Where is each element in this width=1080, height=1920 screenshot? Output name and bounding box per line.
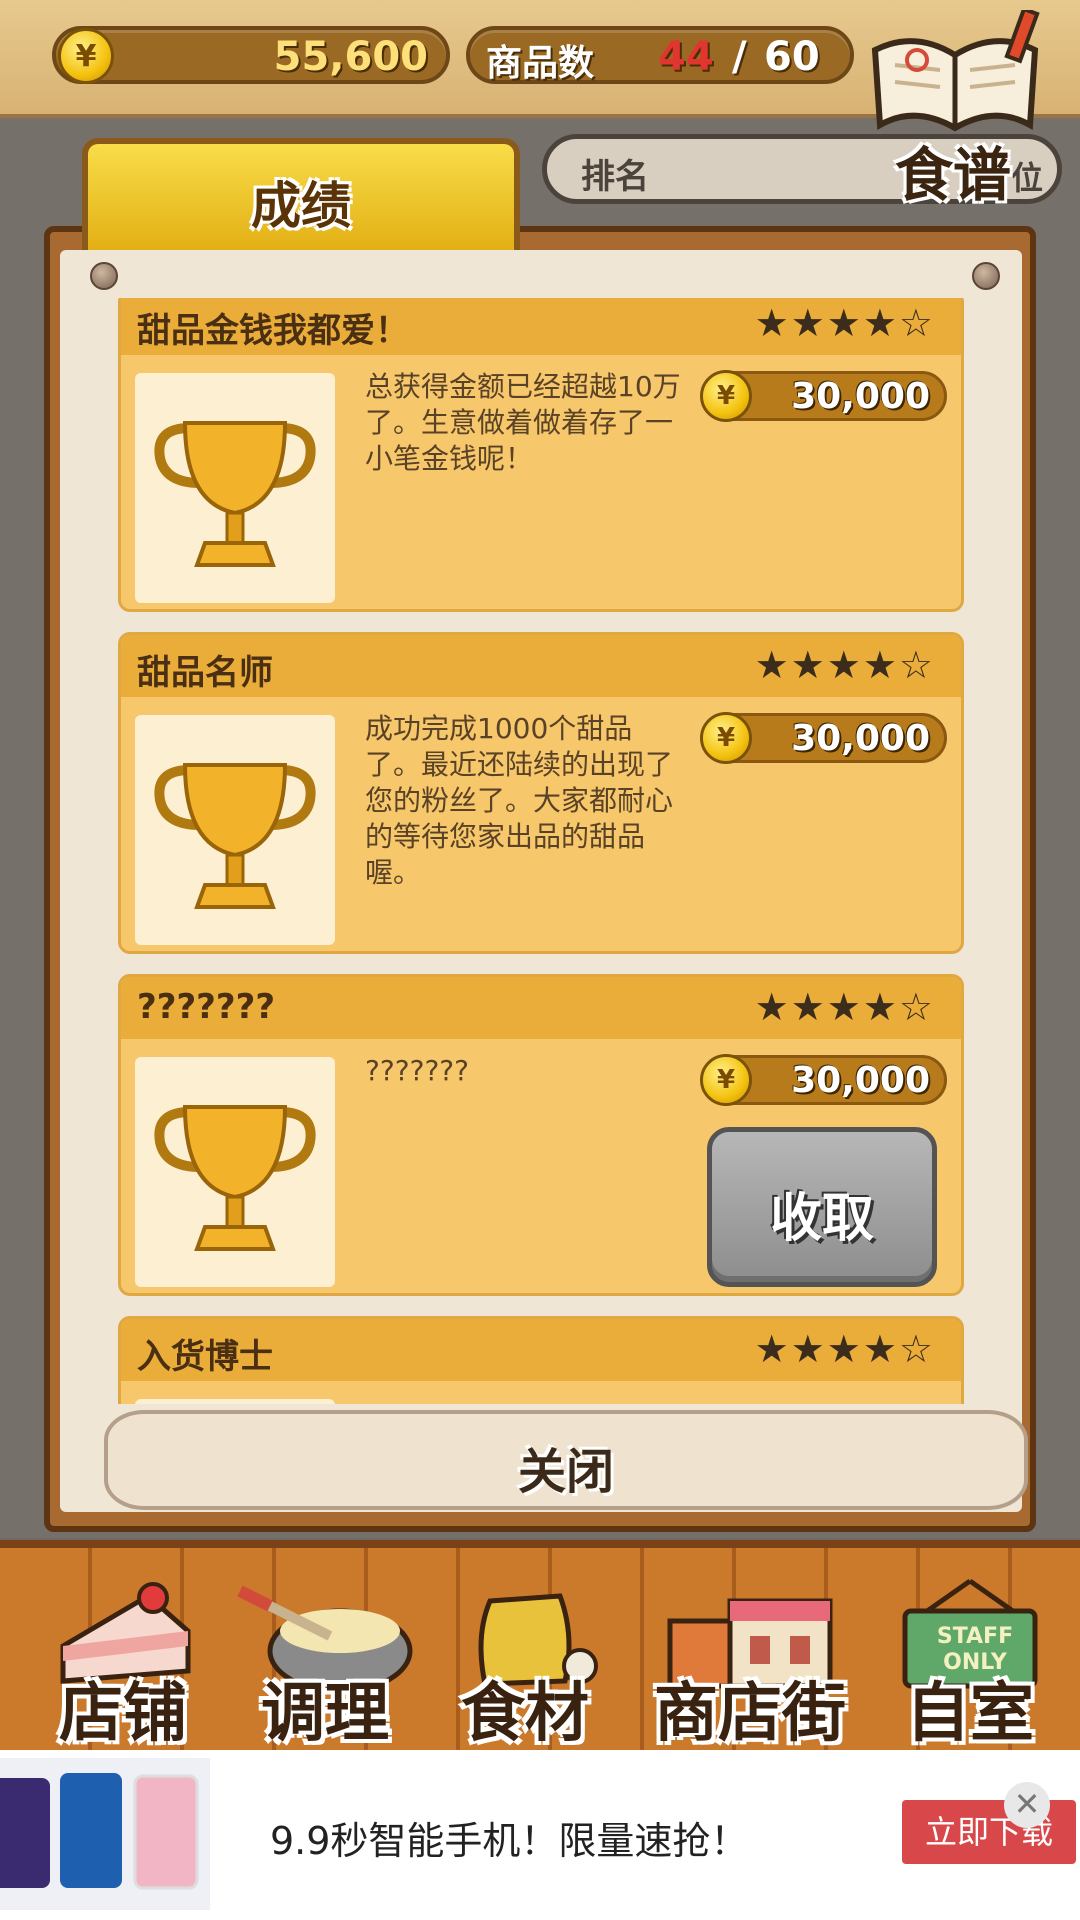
achievement-title: 甜品名师 [137,653,273,693]
reward-value: 30,000 [791,1060,930,1101]
achievement-description: ??????? [365,1054,470,1087]
achievement-thumbnail [135,373,335,603]
collect-button[interactable]: 收取 [707,1127,937,1287]
achievement-card: 甜品金钱我都爱！ ★★★★☆ 总获得金额已经超越10万了。生意做着做着存了一小笔… [118,298,964,612]
achievement-reward: ¥ 30,000 [700,370,947,422]
achievement-description: 总获得金额已经超越10万了。生意做着做着存了一小笔金钱呢！ [365,370,681,475]
nav-shopping-street-label: 商店街 [654,1677,846,1751]
nav-my-room[interactable]: STAFF ONLY 自室 [880,1576,1060,1756]
achievement-card-header: ??????? ★★★★☆ [121,977,961,1039]
tab-achievements[interactable]: 成绩 [82,138,520,256]
nail-icon [90,262,118,290]
achievement-thumbnail [135,715,335,945]
ad-text: 9.9秒智能手机！限量速抢！ [270,1819,749,1863]
recipe-label: 食谱 [895,141,1012,209]
nail-icon [972,262,1000,290]
trophy-icon [154,421,316,567]
coin-value: 55,600 [273,34,428,80]
achievement-stars: ★★★★☆ [754,301,935,345]
achievement-stars: ★★★★☆ [754,643,935,687]
bottom-navigation: 店铺 调理 食材 商店街 STAFF ONLY 自室 [0,1540,1080,1751]
achievement-title: 入货博士 [137,1337,273,1377]
close-button[interactable]: 关闭 [104,1410,1028,1510]
coin-icon: ¥ [700,1054,752,1106]
achievement-card: 甜品名师 ★★★★☆ 成功完成1000个甜品了。最近还陆续的出现了您的粉丝了。大… [118,632,964,954]
item-count-current: 44 [658,34,714,80]
ad-phones-image [0,1758,210,1910]
nav-ingredients[interactable]: 食材 [440,1576,610,1756]
nav-shopping-street[interactable]: 商店街 [640,1576,860,1756]
reward-value: 30,000 [791,718,930,759]
reward-value: 30,000 [791,376,930,417]
close-button-label: 关闭 [517,1444,614,1500]
achievement-reward: ¥ 30,000 [700,712,947,764]
item-count: 商品数 44 / 60 [466,26,854,84]
achievement-card-header: 入货博士 ★★★★☆ [121,1319,961,1381]
ad-banner[interactable]: 9.9秒智能手机！限量速抢！ 立即下载 ✕ [0,1750,1080,1920]
item-count-label: 商品数 [486,43,595,84]
achievement-title: 甜品金钱我都爱！ [137,311,409,351]
nav-cook-label: 调理 [261,1677,389,1751]
coin-balance: ¥ 55,600 [52,26,450,84]
item-count-max: 60 [764,34,820,80]
achievement-thumbnail [135,1057,335,1287]
achievement-description: 成功完成1000个甜品了。最近还陆续的出现了您的粉丝了。大家都耐心的等待您家出品… [365,712,674,889]
achievement-card-header: 甜品金钱我都爱！ ★★★★☆ [121,298,961,355]
achievement-thumbnail [135,1399,335,1404]
open-book-icon [871,6,1040,132]
achievement-card: 入货博士 ★★★★☆ [118,1316,964,1404]
achievement-title: ??????? [137,987,276,1027]
achievement-card-header: 甜品名师 ★★★★☆ [121,635,961,697]
nav-shop[interactable]: 店铺 [38,1576,208,1756]
nav-ingredients-label: 食材 [461,1677,589,1751]
item-count-separator: / [732,34,747,80]
nav-cook[interactable]: 调理 [230,1576,420,1756]
coin-icon: ¥ [700,712,752,764]
phone-icon [0,1773,199,1890]
achievement-list[interactable]: 甜品金钱我都爱！ ★★★★☆ 总获得金额已经超越10万了。生意做着做着存了一小笔… [114,298,966,1404]
achievement-card: ??????? ★★★★☆ ??????? ¥ 30,000 收取 [118,974,964,1296]
nav-my-room-label: 自室 [906,1677,1034,1751]
achievement-stars: ★★★★☆ [754,1327,935,1371]
ranking-label: 排名 [581,157,649,197]
tab-achievements-label: 成绩 [251,177,351,235]
close-icon[interactable]: ✕ [1004,1782,1050,1828]
collect-button-label: 收取 [769,1189,874,1249]
coin-icon: ¥ [700,370,752,422]
coin-icon: ¥ [58,28,114,84]
achievement-reward: ¥ 30,000 [700,1054,947,1106]
achievement-stars: ★★★★☆ [754,985,935,1029]
trophy-icon [154,763,316,909]
recipe-book-button[interactable]: 食谱 [855,6,1060,209]
nav-shop-label: 店铺 [59,1677,187,1751]
ad-download-button[interactable]: 立即下载 [902,1800,1076,1864]
trophy-icon [154,1105,316,1251]
